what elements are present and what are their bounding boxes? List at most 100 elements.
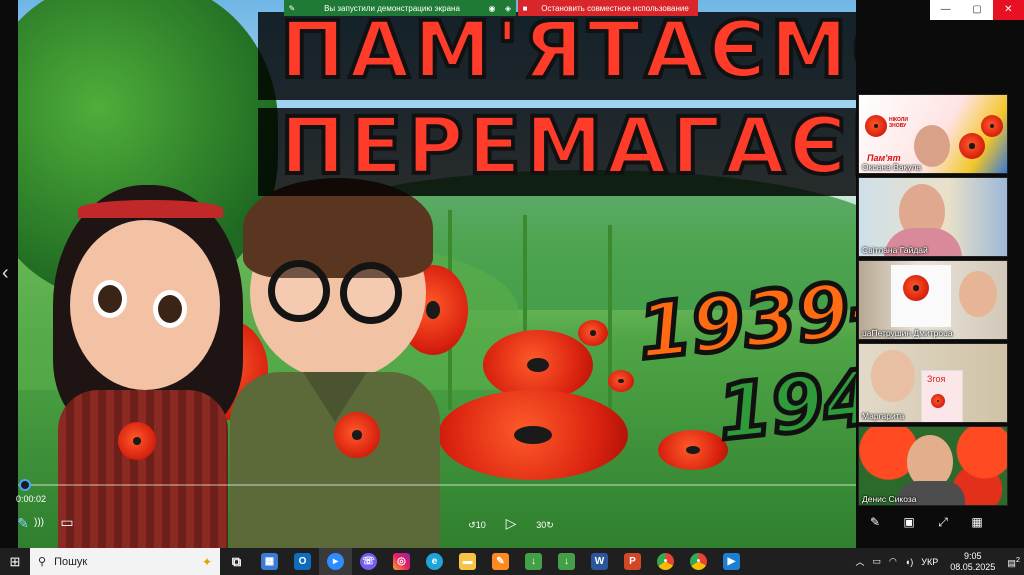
slide-title-line2: ПЕРЕМАГАЄМ (278, 100, 856, 194)
download-icon[interactable]: ↓ (550, 548, 583, 575)
audio-icon[interactable]: ◉ (484, 4, 500, 13)
search-icon: ⚲ (38, 556, 47, 568)
search-placeholder: Пошук (54, 555, 88, 568)
forward-label: 30 (536, 520, 547, 530)
chevron-up-icon[interactable]: ︿ (855, 555, 864, 568)
girl-eye (153, 290, 187, 328)
maximize-button[interactable]: ▢ (961, 0, 992, 20)
poppy-logo-icon (865, 115, 887, 137)
task-view-icon[interactable]: ⧉ (220, 548, 253, 575)
participant-name: Світлана Гайдай (862, 245, 928, 255)
participant-face (914, 125, 950, 167)
pen-icon[interactable]: ✎ (284, 4, 300, 13)
chrome-icon[interactable]: • (649, 548, 682, 575)
shared-slide: ПАМ'ЯТАЄМО ПЕРЕМАГАЄМ 1939- 194 (18, 0, 856, 548)
participant-name: Маргарита (862, 411, 905, 421)
participant-tile[interactable]: Світлана Гайдай (858, 177, 1008, 257)
poppy-flower (658, 430, 728, 470)
language-indicator[interactable]: УКР (921, 557, 938, 567)
rewind-label: 10 (475, 520, 486, 530)
store-icon[interactable]: ▦ (253, 548, 286, 575)
network-icon[interactable]: ◠ (889, 556, 897, 567)
boy-glasses (340, 262, 402, 324)
download-icon[interactable]: ↓ (517, 548, 550, 575)
windows-start-icon[interactable]: ⊞ (0, 554, 30, 570)
poppy-pin (118, 422, 156, 460)
participant-face (871, 350, 915, 402)
progress-knob[interactable] (19, 479, 31, 491)
stop-icon: ■ (522, 3, 528, 13)
poppy-pin (334, 412, 380, 458)
window-controls: — ▢ ✕ (930, 0, 1024, 20)
outlook-icon[interactable]: O (286, 548, 319, 575)
poppy-stem (608, 225, 612, 425)
clock-date: 08.05.2025 (950, 561, 996, 572)
paint-icon[interactable]: ✎ (484, 548, 517, 575)
media-player-icon[interactable]: ▶ (715, 548, 748, 575)
grid-icon[interactable]: ▦ (960, 515, 994, 529)
girl-eye (93, 280, 127, 318)
elapsed-time: 0:00:02 (16, 494, 47, 504)
caption-icon[interactable]: ▭ (56, 512, 78, 532)
minimize-button[interactable]: — (930, 0, 961, 20)
taskbar-search[interactable]: ⚲ Пошук ✦ (30, 548, 220, 575)
progress-bar[interactable] (18, 484, 856, 486)
participant-toolbar: ✎ ▣ ⤢ ▦ (858, 512, 1008, 532)
forward-button[interactable]: 30↻ (534, 515, 556, 535)
stop-sharing-label: Остановить совместное использование (541, 3, 689, 13)
taskbar: ⊞ ⚲ Пошук ✦ ⧉ ▦ O ▸ ☏ ◎ e ▬ ✎ ↓ ↓ W P • … (0, 548, 1024, 575)
volume-icon[interactable]: ◖) (905, 557, 913, 567)
stop-sharing-button[interactable]: ■ Остановить совместное использование (518, 0, 698, 16)
previous-arrow-icon[interactable]: ‹ (2, 262, 9, 285)
girl-headband (78, 200, 223, 218)
share-status-text: Вы запустили демонстрацию экрана (324, 3, 460, 13)
battery-icon[interactable]: ▭ (872, 556, 881, 567)
participant-tile[interactable]: uaПетрушин Дмитроua (858, 260, 1008, 340)
boy-glasses (268, 260, 330, 322)
clock[interactable]: 9:05 08.05.2025 (950, 551, 995, 573)
screen-icon[interactable]: ▣ (892, 515, 926, 529)
sparkle-icon: ✦ (201, 554, 212, 569)
participant-face (959, 271, 997, 317)
slide-title-line1: ПАМ'ЯТАЄМО (278, 4, 856, 98)
poppy-flower (438, 390, 628, 480)
clock-time: 9:05 (964, 550, 982, 561)
poppy-icon (959, 133, 985, 159)
participant-tile[interactable]: Денис Сикоза (858, 426, 1008, 506)
poppy-flower (578, 320, 608, 346)
play-button[interactable]: ▷ (500, 513, 522, 533)
poppy-drawing (931, 394, 945, 408)
screen: ПАМ'ЯТАЄМО ПЕРЕМАГАЄМ 1939- 194 ‹ 0:00:0… (0, 0, 1024, 548)
participant-name: Денис Сикоза (862, 494, 917, 504)
word-icon[interactable]: W (583, 548, 616, 575)
girl-face (70, 220, 220, 390)
poppy-flower (608, 370, 634, 392)
girl-body (58, 390, 228, 548)
chrome-icon[interactable]: • (682, 548, 715, 575)
participant-name: Оксана Вакула (862, 162, 922, 172)
participant-tile[interactable]: НІКОЛИ ЗНОВУ Пам'ят Оксана Вакула (858, 94, 1008, 174)
shield-icon: ◈ (504, 3, 512, 13)
instagram-icon[interactable]: ◎ (385, 548, 418, 575)
poppy-drawing (903, 275, 929, 301)
logo-text: НІКОЛИ ЗНОВУ (889, 117, 908, 129)
powerpoint-icon[interactable]: P (616, 548, 649, 575)
zoom-icon[interactable]: ▸ (319, 548, 352, 575)
notifications-icon[interactable]: ▤2 (1007, 555, 1020, 569)
poppy-icon (981, 115, 1003, 137)
viber-icon[interactable]: ☏ (352, 548, 385, 575)
file-explorer-icon[interactable]: ▬ (451, 548, 484, 575)
rewind-button[interactable]: ↺10 (466, 515, 488, 535)
pen-icon[interactable]: ✎ (858, 515, 892, 529)
system-tray: ︿ ▭ ◠ ◖) УКР 9:05 08.05.2025 ▤2 (851, 548, 1024, 575)
edge-icon[interactable]: e (418, 548, 451, 575)
screen-share-banner: ✎ Вы запустили демонстрацию экрана ◉ ◈ (284, 0, 516, 16)
paper-text: Згоя (927, 374, 946, 384)
slide-year-end: 194 (711, 349, 856, 459)
close-button[interactable]: ✕ (992, 0, 1024, 20)
notification-count: 2 (1015, 554, 1020, 564)
sound-icon[interactable]: ))) (28, 513, 50, 533)
participant-tile[interactable]: Згоя Маргарита (858, 343, 1008, 423)
participant-name: uaПетрушин Дмитроua (862, 328, 953, 338)
expand-icon[interactable]: ⤢ (926, 515, 960, 530)
